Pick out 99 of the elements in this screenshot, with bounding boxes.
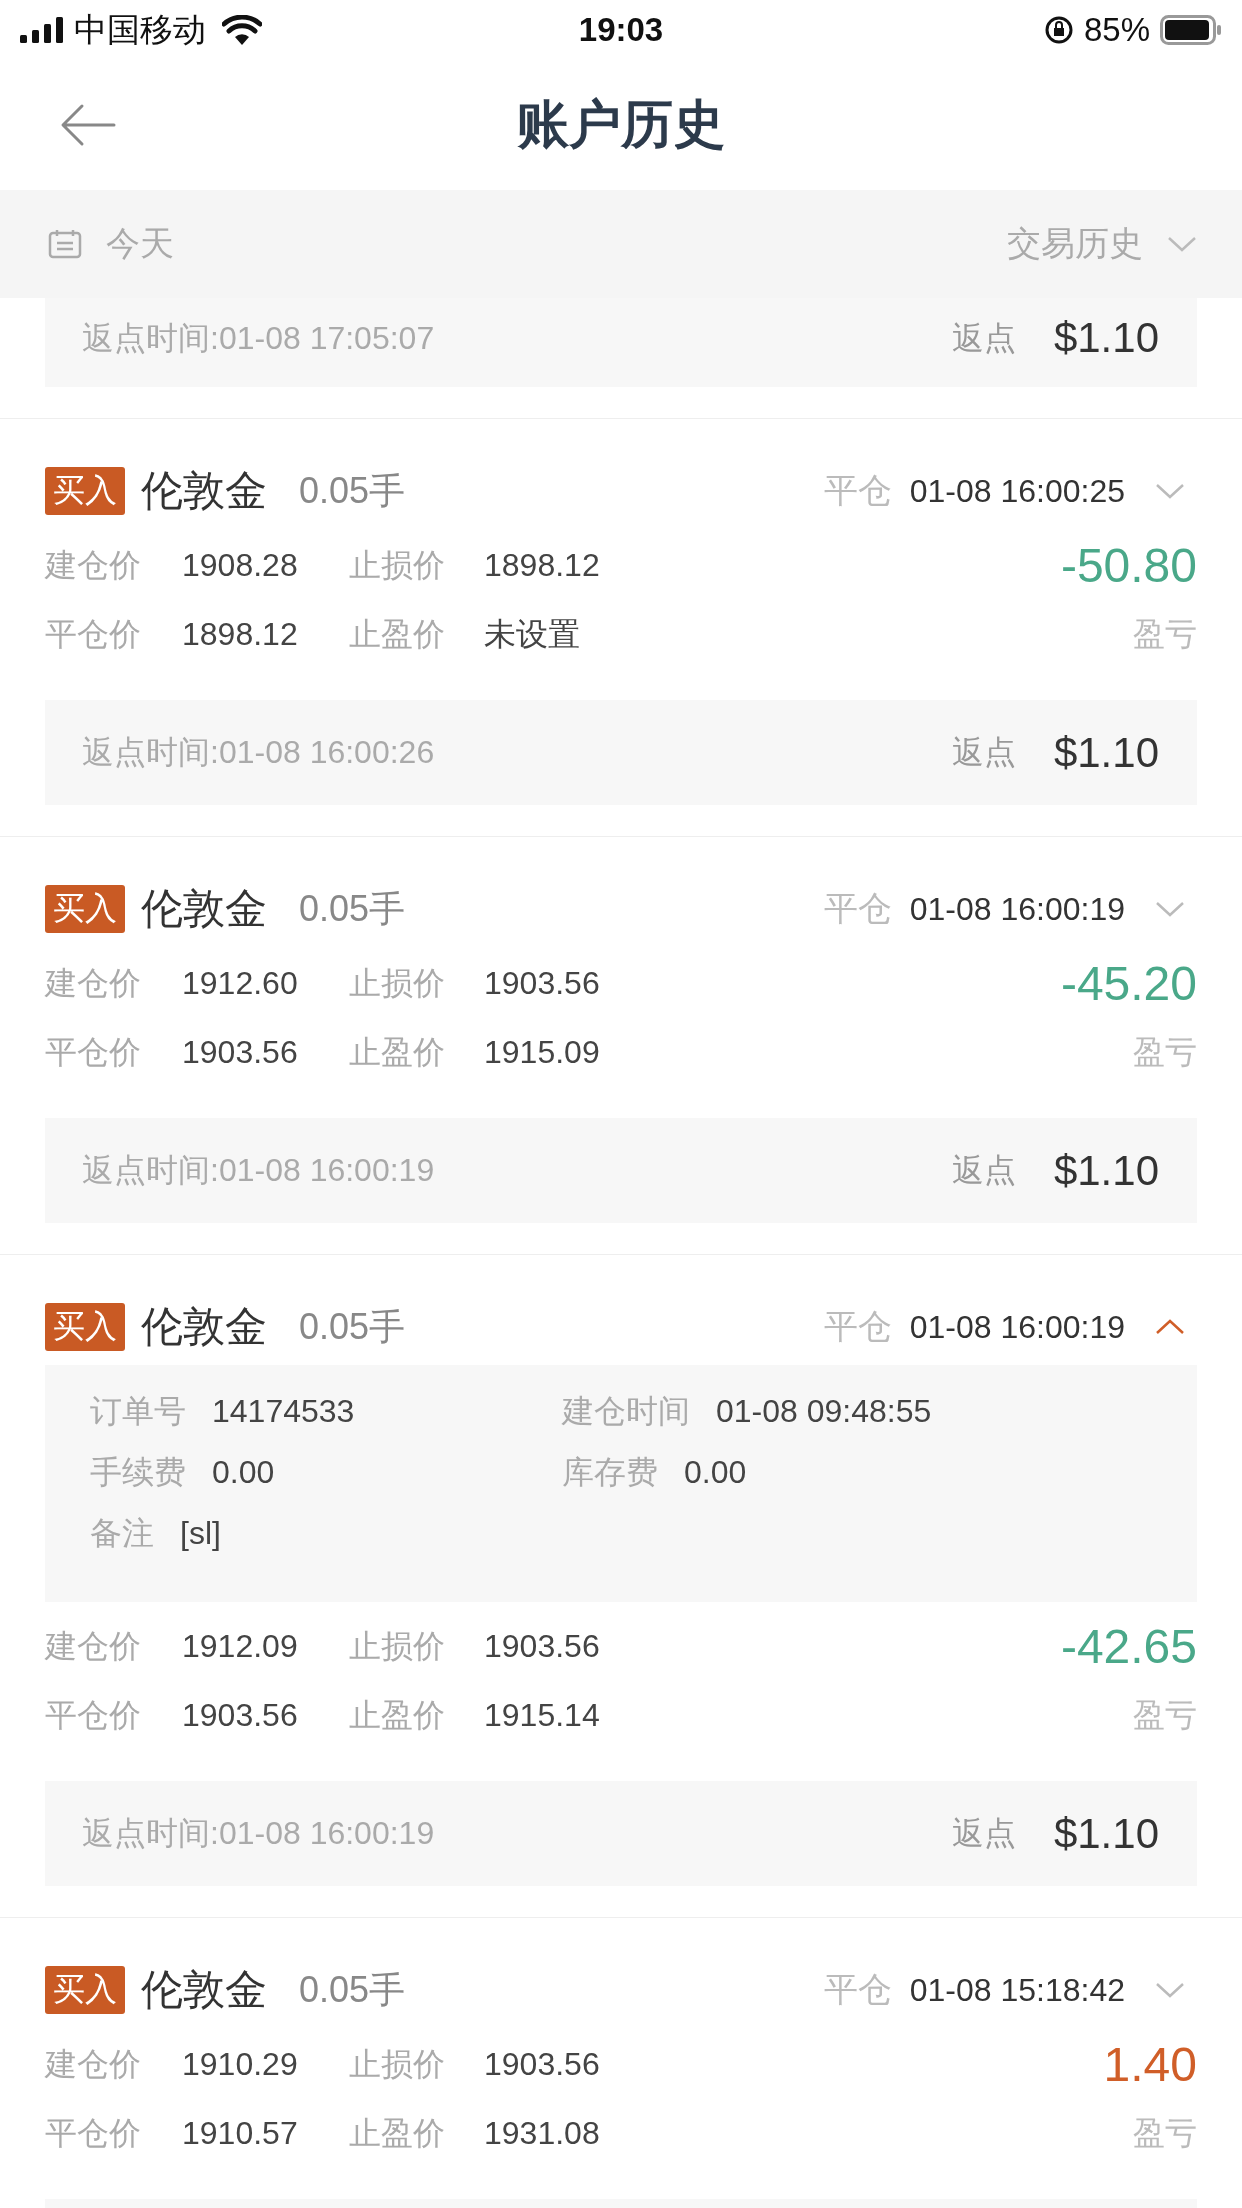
symbol-name: 伦敦金 bbox=[141, 884, 267, 934]
price-value: 1898.12 bbox=[182, 616, 299, 653]
lot-size: 0.05手 bbox=[299, 1304, 406, 1349]
price-value: 1908.28 bbox=[182, 547, 299, 584]
price-label: 平仓价 bbox=[45, 1032, 142, 1072]
price-value: 未设置 bbox=[484, 614, 580, 654]
rebate-amount: $1.10 bbox=[1053, 1809, 1159, 1858]
rebate-time: 返点时间:01-08 17:05:07 bbox=[82, 319, 436, 358]
detail-label: 订单号 bbox=[90, 1391, 186, 1431]
price-value: 1898.12 bbox=[484, 547, 600, 584]
chevron-down-icon[interactable] bbox=[1155, 1981, 1185, 1999]
detail-label: 手续费 bbox=[90, 1452, 186, 1492]
detail-label: 备注 bbox=[90, 1513, 154, 1553]
wifi-icon bbox=[222, 15, 262, 45]
price-label: 建仓价 bbox=[45, 545, 142, 585]
rebate-label: 返点 bbox=[951, 1150, 1016, 1190]
price-label: 止损价 bbox=[349, 2044, 446, 2084]
close-status: 平仓 bbox=[823, 1969, 892, 2010]
chevron-down-icon[interactable] bbox=[1155, 482, 1185, 500]
rebate-amount: $1.10 bbox=[1053, 313, 1159, 363]
price-label: 止损价 bbox=[349, 545, 446, 585]
page-title: 账户历史 bbox=[517, 94, 725, 155]
price-label: 止损价 bbox=[349, 1626, 446, 1666]
price-value: 1903.56 bbox=[484, 2046, 600, 2083]
carrier-name: 中国移动 bbox=[74, 9, 206, 50]
chevron-up-icon[interactable] bbox=[1155, 1318, 1185, 1336]
price-value: 1931.08 bbox=[484, 2115, 600, 2152]
profit-loss-label: 盈亏 bbox=[1133, 615, 1197, 654]
close-status: 平仓 bbox=[823, 470, 892, 511]
rebate-time: 返点时间:01-08 16:00:19 bbox=[82, 1150, 436, 1190]
price-label: 建仓价 bbox=[45, 963, 142, 1003]
price-label: 止盈价 bbox=[349, 1695, 446, 1735]
profit-loss-value: -45.20 bbox=[1060, 956, 1197, 1012]
buy-tag: 买入 bbox=[45, 1966, 125, 2014]
rebate-time: 返点时间:01-08 16:00:26 bbox=[82, 732, 436, 772]
detail-value: 14174533 bbox=[212, 1393, 355, 1430]
profit-loss-value: 1.40 bbox=[1103, 2037, 1197, 2093]
rebate-amount: $1.10 bbox=[1053, 1146, 1159, 1195]
back-icon[interactable] bbox=[60, 103, 116, 147]
price-value: 1915.14 bbox=[484, 1697, 600, 1734]
rebate-time: 返点时间:01-08 16:00:19 bbox=[82, 1813, 436, 1853]
price-value: 1912.09 bbox=[182, 1628, 299, 1665]
chevron-down-icon[interactable] bbox=[1167, 235, 1197, 253]
price-value: 1912.60 bbox=[182, 965, 299, 1002]
price-label: 平仓价 bbox=[45, 614, 142, 654]
close-time: 01-08 16:00:19 bbox=[909, 890, 1125, 928]
price-label: 建仓价 bbox=[45, 2044, 142, 2084]
buy-tag: 买入 bbox=[45, 1303, 125, 1351]
chevron-down-icon[interactable] bbox=[1155, 900, 1185, 918]
lot-size: 0.05手 bbox=[299, 468, 406, 513]
profit-loss-value: -50.80 bbox=[1060, 538, 1197, 594]
rebate-amount: $1.10 bbox=[1053, 728, 1159, 777]
price-label: 止盈价 bbox=[349, 1032, 446, 1072]
date-filter[interactable]: 今天 bbox=[106, 221, 174, 267]
buy-tag: 买入 bbox=[45, 467, 125, 515]
detail-value: 0.00 bbox=[212, 1454, 275, 1491]
close-time: 01-08 16:00:19 bbox=[909, 1308, 1125, 1346]
calendar-icon[interactable] bbox=[48, 229, 82, 259]
price-value: 1903.56 bbox=[484, 965, 600, 1002]
profit-loss-label: 盈亏 bbox=[1133, 2114, 1197, 2153]
status-time: 19:03 bbox=[577, 11, 665, 49]
signal-icon bbox=[20, 17, 64, 43]
profit-loss-value: -42.65 bbox=[1060, 1619, 1197, 1675]
detail-value: [sl] bbox=[180, 1515, 221, 1552]
symbol-name: 伦敦金 bbox=[141, 1965, 267, 2015]
rebate-label: 返点 bbox=[951, 732, 1016, 772]
price-label: 止损价 bbox=[349, 963, 446, 1003]
close-time: 01-08 16:00:25 bbox=[909, 472, 1125, 510]
buy-tag: 买入 bbox=[45, 885, 125, 933]
price-label: 平仓价 bbox=[45, 1695, 142, 1735]
price-value: 1903.56 bbox=[182, 1034, 299, 1071]
profit-loss-label: 盈亏 bbox=[1133, 1033, 1197, 1072]
price-value: 1910.29 bbox=[182, 2046, 299, 2083]
detail-value: 0.00 bbox=[684, 1454, 747, 1491]
profit-loss-label: 盈亏 bbox=[1133, 1696, 1197, 1735]
detail-label: 建仓时间 bbox=[562, 1391, 690, 1431]
battery-icon bbox=[1160, 15, 1222, 45]
rebate-label: 返点 bbox=[951, 1813, 1016, 1853]
price-label: 平仓价 bbox=[45, 2113, 142, 2153]
close-status: 平仓 bbox=[823, 888, 892, 929]
symbol-name: 伦敦金 bbox=[141, 466, 267, 516]
close-time: 01-08 15:18:42 bbox=[909, 1971, 1125, 2009]
price-value: 1903.56 bbox=[484, 1628, 600, 1665]
lot-size: 0.05手 bbox=[299, 1967, 406, 2012]
lot-size: 0.05手 bbox=[299, 886, 406, 931]
price-label: 建仓价 bbox=[45, 1626, 142, 1666]
rebate-label: 返点 bbox=[951, 319, 1016, 358]
symbol-name: 伦敦金 bbox=[141, 1302, 267, 1352]
price-value: 1915.09 bbox=[484, 1034, 600, 1071]
battery-percent: 85% bbox=[1083, 11, 1150, 49]
detail-value: 01-08 09:48:55 bbox=[716, 1393, 932, 1430]
type-filter[interactable]: 交易历史 bbox=[1007, 221, 1143, 267]
detail-label: 库存费 bbox=[562, 1452, 658, 1492]
price-label: 止盈价 bbox=[349, 2113, 446, 2153]
price-label: 止盈价 bbox=[349, 614, 446, 654]
price-value: 1910.57 bbox=[182, 2115, 299, 2152]
price-value: 1903.56 bbox=[182, 1697, 299, 1734]
close-status: 平仓 bbox=[823, 1306, 892, 1347]
rotation-lock-icon bbox=[1043, 15, 1074, 45]
